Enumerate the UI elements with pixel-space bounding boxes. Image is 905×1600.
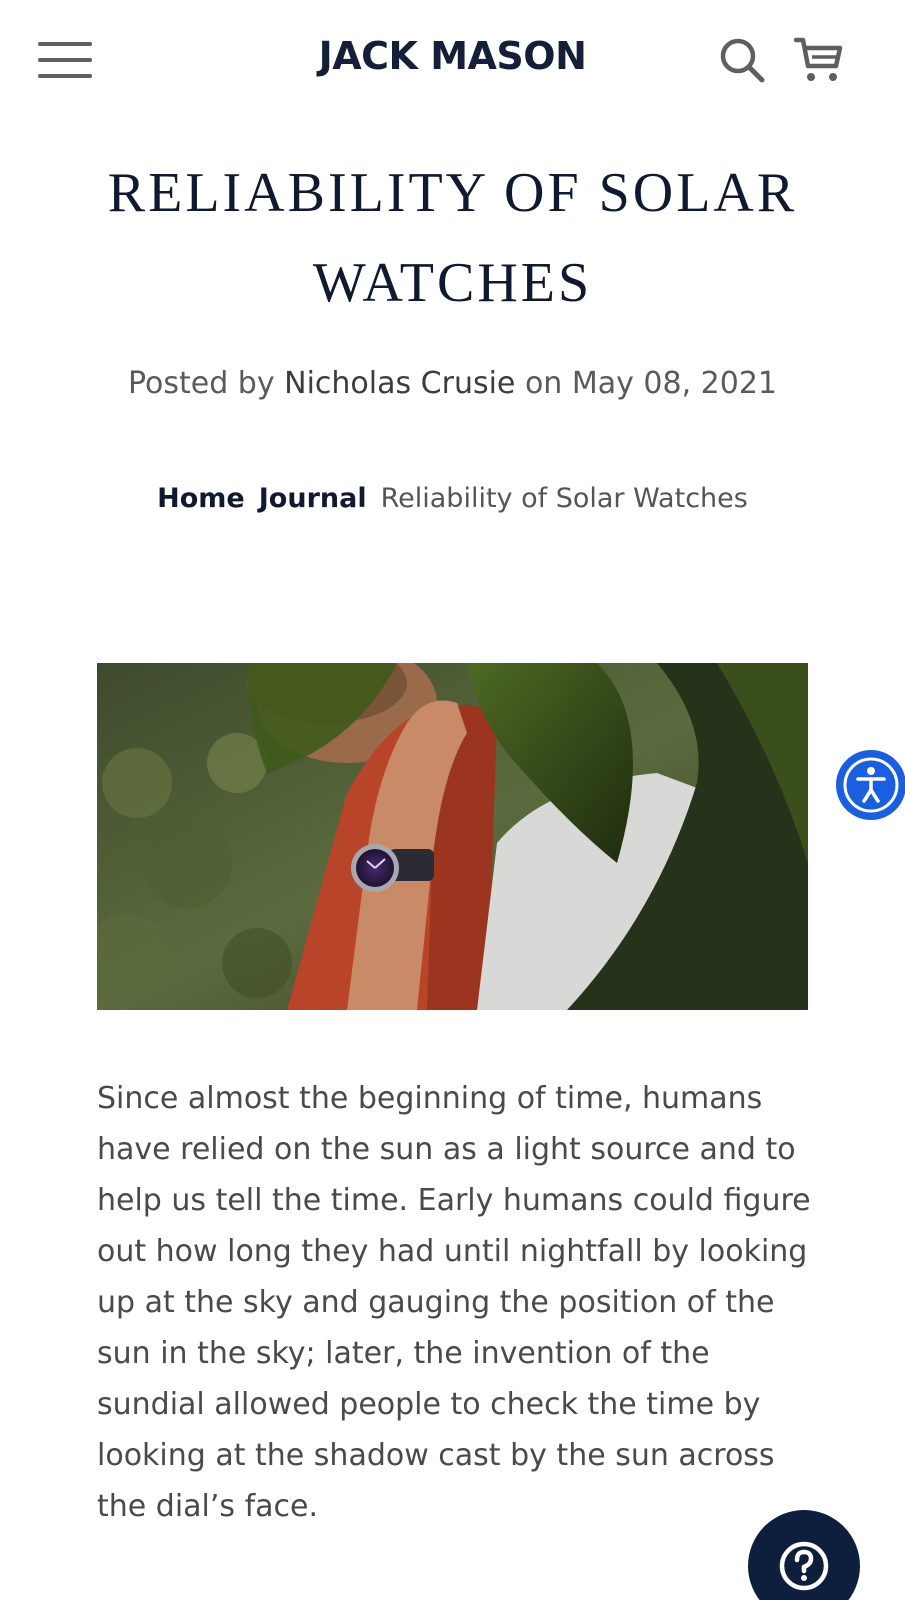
breadcrumb-home-link[interactable]: Home — [157, 483, 245, 514]
breadcrumb-current: Reliability of Solar Watches — [380, 483, 748, 514]
brand-logo[interactable]: JACK MASON — [0, 34, 905, 78]
posted-by-label: Posted by — [127, 366, 275, 401]
article-title: RELIABILITY OF SOLAR WATCHES — [107, 162, 798, 314]
cart-icon[interactable] — [793, 36, 844, 84]
post-date: May 08, 2021 — [571, 366, 778, 401]
breadcrumb: Home Journal Reliability of Solar Watches — [0, 483, 905, 514]
help-question-icon[interactable] — [748, 1510, 860, 1600]
author-name: Nicholas Crusie — [284, 366, 516, 401]
breadcrumb-journal-link[interactable]: Journal — [259, 483, 367, 514]
article-hero-image — [97, 663, 808, 1010]
accessibility-icon[interactable] — [836, 750, 905, 820]
post-meta: Posted by Nicholas Crusie on May 08, 202… — [0, 366, 905, 401]
search-icon[interactable] — [718, 36, 766, 84]
brand-logo-text: JACK MASON — [318, 34, 587, 78]
site-header: JACK MASON — [0, 0, 905, 120]
posted-on-label: on — [524, 366, 563, 401]
article-body-text: Since almost the beginning of time, huma… — [97, 1081, 811, 1524]
